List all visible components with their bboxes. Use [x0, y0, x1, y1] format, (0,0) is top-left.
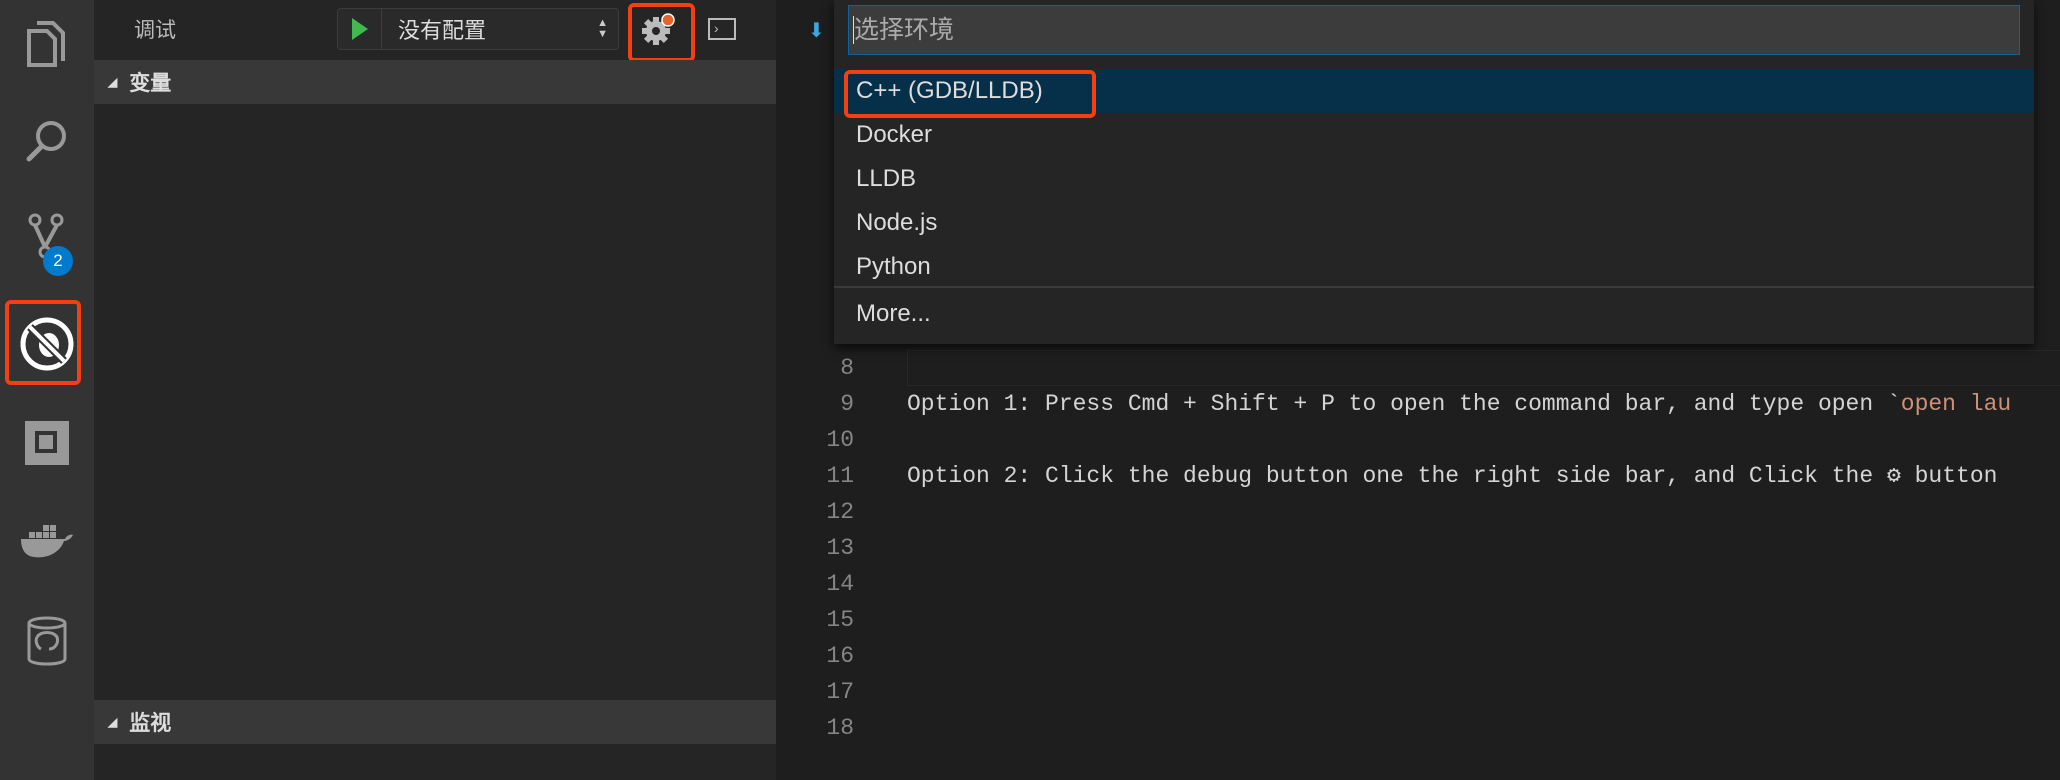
divider	[834, 286, 2034, 288]
play-icon	[351, 18, 368, 40]
line-number: 15	[826, 607, 854, 633]
environment-option-docker[interactable]: Docker	[834, 113, 2034, 157]
code-line: 15	[776, 602, 2060, 638]
code-line: 9 Option 1: Press Cmd + Shift + P to open…	[776, 386, 2060, 422]
line-number: 18	[826, 715, 854, 741]
line-text: Option 2: Click the debug button one the…	[907, 458, 1997, 494]
bookmark-arrow-icon: ⬇	[808, 20, 825, 42]
line-content: Option 2: Click the debug button one the…	[907, 463, 1998, 489]
code-line: 8	[776, 350, 2060, 386]
line-number: 14	[826, 571, 854, 597]
code-line: 18	[776, 710, 2060, 746]
explorer-icon[interactable]	[17, 14, 77, 74]
environment-option-lldb[interactable]: LLDB	[834, 157, 2034, 201]
configuration-select[interactable]: 没有配置 ▲ ▼	[337, 8, 619, 50]
expand-triangle-icon: ◢	[108, 715, 118, 729]
search-icon[interactable]	[17, 111, 77, 171]
environment-option-more[interactable]: More...	[834, 292, 2034, 336]
gear-highlight-box	[628, 3, 695, 62]
sidebar-title: 调试	[134, 19, 176, 42]
debug-console-button[interactable]: ›	[708, 18, 736, 40]
activity-bar: 2	[0, 0, 94, 780]
watch-section-header[interactable]: ◢ 监视	[94, 700, 776, 744]
line-number: 16	[826, 643, 854, 669]
line-number: 13	[826, 535, 854, 561]
configuration-select-value: 没有配置	[398, 18, 487, 43]
variables-label: 变量	[129, 72, 172, 95]
code-line: 17	[776, 674, 2060, 710]
database-icon[interactable]	[17, 611, 77, 671]
code-line: 13	[776, 530, 2060, 566]
environment-option-python[interactable]: Python	[834, 245, 2034, 289]
expand-triangle-icon: ◢	[108, 75, 118, 89]
quick-pick-environment: 选择环境 C++ (GDB/LLDB) Docker LLDB Node.js …	[834, 0, 2034, 344]
docker-icon[interactable]	[17, 511, 77, 571]
watch-label: 监视	[129, 712, 172, 735]
code-line: 16	[776, 638, 2060, 674]
line-number: 8	[840, 355, 854, 381]
environment-search-input[interactable]: 选择环境	[848, 5, 2020, 55]
line-number: 17	[826, 679, 854, 705]
select-arrows-icon: ▲ ▼	[597, 17, 608, 40]
cpp-highlight-box	[844, 70, 1096, 118]
code-line: 14	[776, 566, 2060, 602]
extensions-icon[interactable]	[17, 413, 77, 473]
line-content: Option 1: Press Cmd + Shift + P to open …	[907, 391, 1901, 417]
debug-highlight-box	[5, 300, 81, 385]
input-placeholder: 选择环境	[853, 16, 955, 44]
code-line: 10	[776, 422, 2060, 458]
line-number: 11	[826, 463, 854, 489]
code-line: 12	[776, 494, 2060, 530]
environment-option-nodejs[interactable]: Node.js	[834, 201, 2034, 245]
line-number: 10	[826, 427, 854, 453]
line-text: Option 1: Press Cmd + Shift + P to open …	[907, 386, 2011, 422]
variables-section-header[interactable]: ◢ 变量	[94, 60, 776, 104]
line-number: 12	[826, 499, 854, 525]
start-debugging-button[interactable]	[338, 9, 382, 49]
scm-badge: 2	[43, 246, 73, 276]
string-literal: open lau	[1900, 391, 2012, 417]
code-line: 11 Option 2: Click the debug button one t…	[776, 458, 2060, 494]
line-number: 9	[840, 391, 854, 417]
debug-sidebar: 调试 没有配置 ▲ ▼ › ◢ 变量 ◢ 监视	[94, 0, 776, 780]
